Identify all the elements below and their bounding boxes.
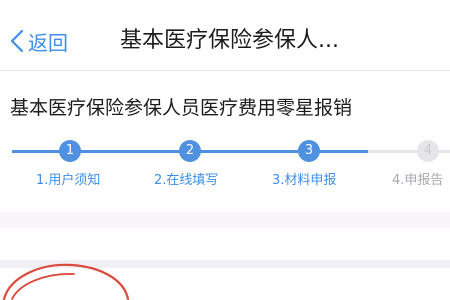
step-4-label: 4.申报告	[392, 173, 444, 188]
page-title: 基本医疗保险参保人...	[120, 28, 339, 53]
step-3-circle: 3	[298, 140, 320, 162]
step-3-label: 3.材料申报	[272, 173, 337, 188]
step-2-circle: 2	[179, 140, 201, 162]
step-2-label: 2.在线填写	[154, 173, 219, 188]
step-1-label: 1.用户须知	[36, 173, 101, 188]
back-label: 返回	[28, 30, 68, 55]
navigation-bar: 返回 基本医疗保险参保人...	[0, 0, 450, 80]
form-heading: 基本医疗保险参保人员医疗费用零星报销	[10, 97, 353, 119]
navbar-divider	[0, 70, 450, 71]
red-circle-annotation	[2, 263, 130, 300]
progress-card: 基本医疗保险参保人员医疗费用零星报销 1 2 3 4 1.用户须知 2.在线填写…	[0, 72, 450, 212]
back-button[interactable]: 返回	[10, 25, 68, 57]
step-4-circle: 4	[417, 140, 439, 162]
step-1-circle: 1	[59, 140, 81, 162]
chevron-left-icon	[10, 29, 24, 53]
